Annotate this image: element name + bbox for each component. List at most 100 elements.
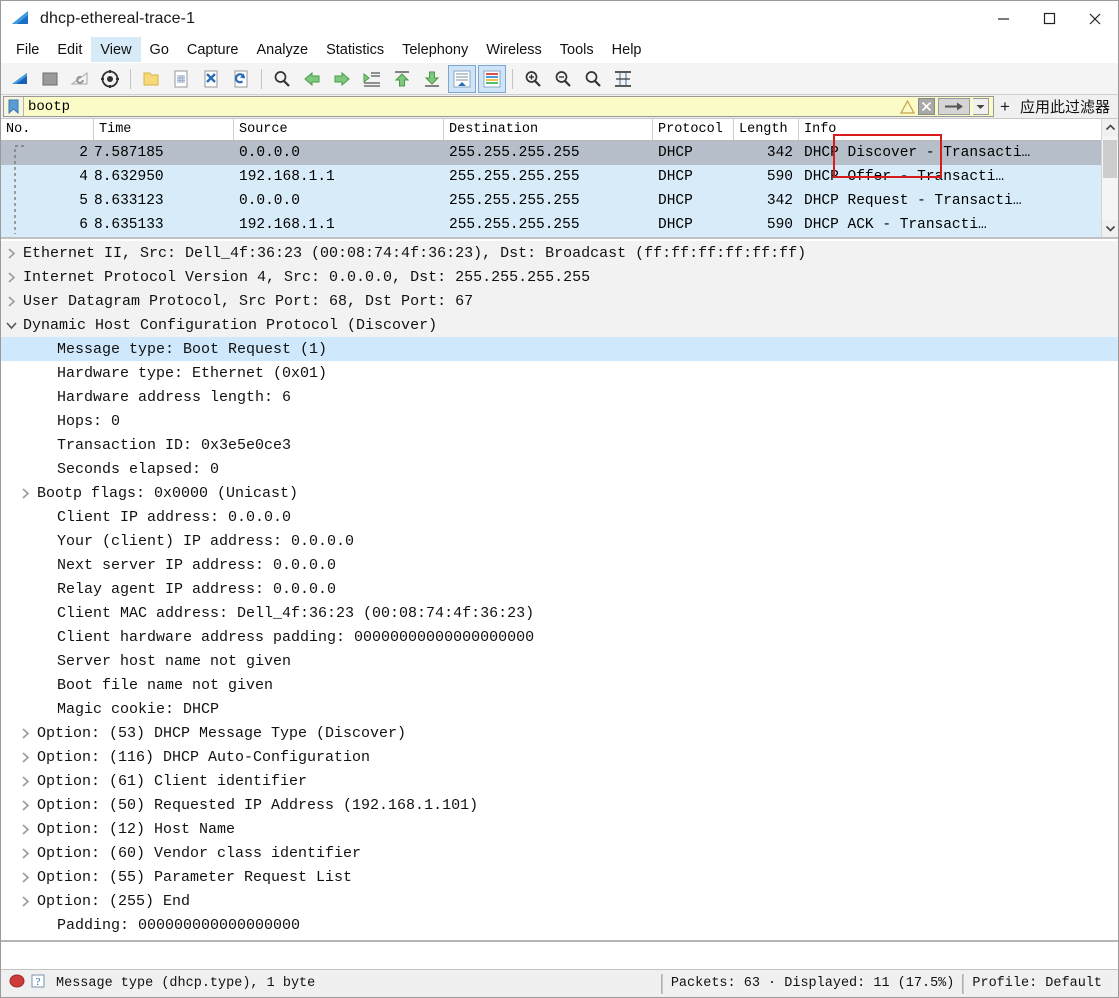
column-header-source[interactable]: Source: [234, 119, 444, 140]
resize-columns-button[interactable]: [609, 65, 637, 93]
detail-row-relay-agent-ip[interactable]: Relay agent IP address: 0.0.0.0: [1, 577, 1118, 601]
close-button[interactable]: [1072, 1, 1118, 37]
go-last-packet-button[interactable]: [418, 65, 446, 93]
detail-row-server-host-name[interactable]: Server host name not given: [1, 649, 1118, 673]
detail-row-option-53[interactable]: Option: (53) DHCP Message Type (Discover…: [1, 721, 1118, 745]
auto-scroll-button[interactable]: [448, 64, 476, 93]
scroll-thumb[interactable]: [1103, 140, 1117, 178]
menu-wireless[interactable]: Wireless: [477, 37, 551, 62]
menu-statistics[interactable]: Statistics: [317, 37, 393, 62]
find-packet-button[interactable]: [268, 65, 296, 93]
detail-row-option-50[interactable]: Option: (50) Requested IP Address (192.1…: [1, 793, 1118, 817]
detail-row-message-type[interactable]: Message type: Boot Request (1): [1, 337, 1118, 361]
table-row[interactable]: 6 8.635133 192.168.1.1 255.255.255.255 D…: [1, 213, 1101, 237]
save-file-button[interactable]: [167, 65, 195, 93]
detail-row-transaction-id[interactable]: Transaction ID: 0x3e5e0ce3: [1, 433, 1118, 457]
detail-row-next-server-ip[interactable]: Next server IP address: 0.0.0.0: [1, 553, 1118, 577]
chevron-right-icon[interactable]: [1, 271, 21, 283]
zoom-in-button[interactable]: [519, 65, 547, 93]
detail-row-option-12[interactable]: Option: (12) Host Name: [1, 817, 1118, 841]
display-filter-value[interactable]: bootp: [24, 97, 900, 116]
detail-row-hops[interactable]: Hops: 0: [1, 409, 1118, 433]
detail-row-padding[interactable]: Padding: 000000000000000000: [1, 913, 1118, 937]
packet-list[interactable]: No. Time Source Destination Protocol Len…: [1, 119, 1101, 237]
menu-capture[interactable]: Capture: [178, 37, 248, 62]
menu-go[interactable]: Go: [141, 37, 178, 62]
detail-row-option-55[interactable]: Option: (55) Parameter Request List: [1, 865, 1118, 889]
detail-row-bootp-flags[interactable]: Bootp flags: 0x0000 (Unicast): [1, 481, 1118, 505]
scroll-track[interactable]: [1102, 136, 1118, 220]
scroll-up-button[interactable]: [1102, 119, 1118, 136]
capture-options-button[interactable]: [96, 65, 124, 93]
colorize-packets-button[interactable]: [478, 64, 506, 93]
scroll-down-button[interactable]: [1102, 220, 1118, 237]
maximize-button[interactable]: [1026, 1, 1072, 37]
detail-row-ethernet[interactable]: Ethernet II, Src: Dell_4f:36:23 (00:08:7…: [1, 241, 1118, 265]
start-capture-button[interactable]: [6, 65, 34, 93]
table-row[interactable]: 5 8.633123 0.0.0.0 255.255.255.255 DHCP …: [1, 189, 1101, 213]
detail-row-seconds-elapsed[interactable]: Seconds elapsed: 0: [1, 457, 1118, 481]
display-filter-input[interactable]: bootp: [3, 96, 994, 117]
close-file-button[interactable]: [197, 65, 225, 93]
chevron-down-icon[interactable]: [1, 321, 21, 330]
zoom-out-button[interactable]: [549, 65, 577, 93]
packet-bytes-pane[interactable]: [1, 942, 1118, 969]
column-header-info[interactable]: Info: [799, 119, 1101, 140]
chevron-right-icon[interactable]: [1, 247, 21, 259]
detail-row-magic-cookie[interactable]: Magic cookie: DHCP: [1, 697, 1118, 721]
menu-telephony[interactable]: Telephony: [393, 37, 477, 62]
chevron-right-icon[interactable]: [15, 799, 35, 811]
detail-row-boot-file-name[interactable]: Boot file name not given: [1, 673, 1118, 697]
detail-row-option-116[interactable]: Option: (116) DHCP Auto-Configuration: [1, 745, 1118, 769]
capture-comment-icon[interactable]: ?: [30, 973, 46, 994]
expert-info-error-icon[interactable]: [9, 973, 25, 994]
detail-row-your-client-ip[interactable]: Your (client) IP address: 0.0.0.0: [1, 529, 1118, 553]
chevron-right-icon[interactable]: [15, 823, 35, 835]
apply-filter-button[interactable]: [937, 98, 970, 115]
column-header-protocol[interactable]: Protocol: [653, 119, 734, 140]
chevron-right-icon[interactable]: [15, 751, 35, 763]
go-forward-button[interactable]: [328, 65, 356, 93]
detail-row-dhcp[interactable]: Dynamic Host Configuration Protocol (Dis…: [1, 313, 1118, 337]
packet-detail-tree[interactable]: Ethernet II, Src: Dell_4f:36:23 (00:08:7…: [1, 239, 1118, 940]
bookmark-icon[interactable]: [4, 97, 24, 116]
chevron-right-icon[interactable]: [15, 727, 35, 739]
column-header-destination[interactable]: Destination: [444, 119, 653, 140]
menu-file[interactable]: File: [7, 37, 48, 62]
chevron-right-icon[interactable]: [15, 895, 35, 907]
chevron-right-icon[interactable]: [1, 295, 21, 307]
reload-file-button[interactable]: [227, 65, 255, 93]
chevron-right-icon[interactable]: [15, 871, 35, 883]
table-row[interactable]: 2 7.587185 0.0.0.0 255.255.255.255 DHCP …: [1, 141, 1101, 165]
menu-analyze[interactable]: Analyze: [247, 37, 317, 62]
add-filter-button-icon[interactable]: +: [994, 95, 1016, 118]
zoom-reset-button[interactable]: [579, 65, 607, 93]
stop-capture-button[interactable]: [36, 65, 64, 93]
detail-row-client-ip[interactable]: Client IP address: 0.0.0.0: [1, 505, 1118, 529]
column-header-no[interactable]: No.: [1, 119, 94, 140]
status-profile[interactable]: Profile: Default: [972, 976, 1118, 991]
detail-row-option-61[interactable]: Option: (61) Client identifier: [1, 769, 1118, 793]
filter-history-dropdown[interactable]: [972, 98, 989, 115]
column-header-length[interactable]: Length: [734, 119, 799, 140]
detail-row-option-255[interactable]: Option: (255) End: [1, 889, 1118, 913]
menu-help[interactable]: Help: [603, 37, 651, 62]
chevron-right-icon[interactable]: [15, 487, 35, 499]
clear-filter-button[interactable]: [917, 98, 935, 115]
table-row[interactable]: 4 8.632950 192.168.1.1 255.255.255.255 D…: [1, 165, 1101, 189]
detail-row-option-60[interactable]: Option: (60) Vendor class identifier: [1, 841, 1118, 865]
menu-edit[interactable]: Edit: [48, 37, 91, 62]
detail-row-ipv4[interactable]: Internet Protocol Version 4, Src: 0.0.0.…: [1, 265, 1118, 289]
menu-view[interactable]: View: [91, 37, 141, 62]
chevron-right-icon[interactable]: [15, 775, 35, 787]
detail-row-client-hw-padding[interactable]: Client hardware address padding: 0000000…: [1, 625, 1118, 649]
chevron-right-icon[interactable]: [15, 847, 35, 859]
go-back-button[interactable]: [298, 65, 326, 93]
go-to-packet-button[interactable]: [358, 65, 386, 93]
detail-row-udp[interactable]: User Datagram Protocol, Src Port: 68, Ds…: [1, 289, 1118, 313]
go-first-packet-button[interactable]: [388, 65, 416, 93]
column-header-time[interactable]: Time: [94, 119, 234, 140]
packet-list-scrollbar[interactable]: [1101, 119, 1118, 237]
restart-capture-button[interactable]: [66, 65, 94, 93]
minimize-button[interactable]: [980, 1, 1026, 37]
